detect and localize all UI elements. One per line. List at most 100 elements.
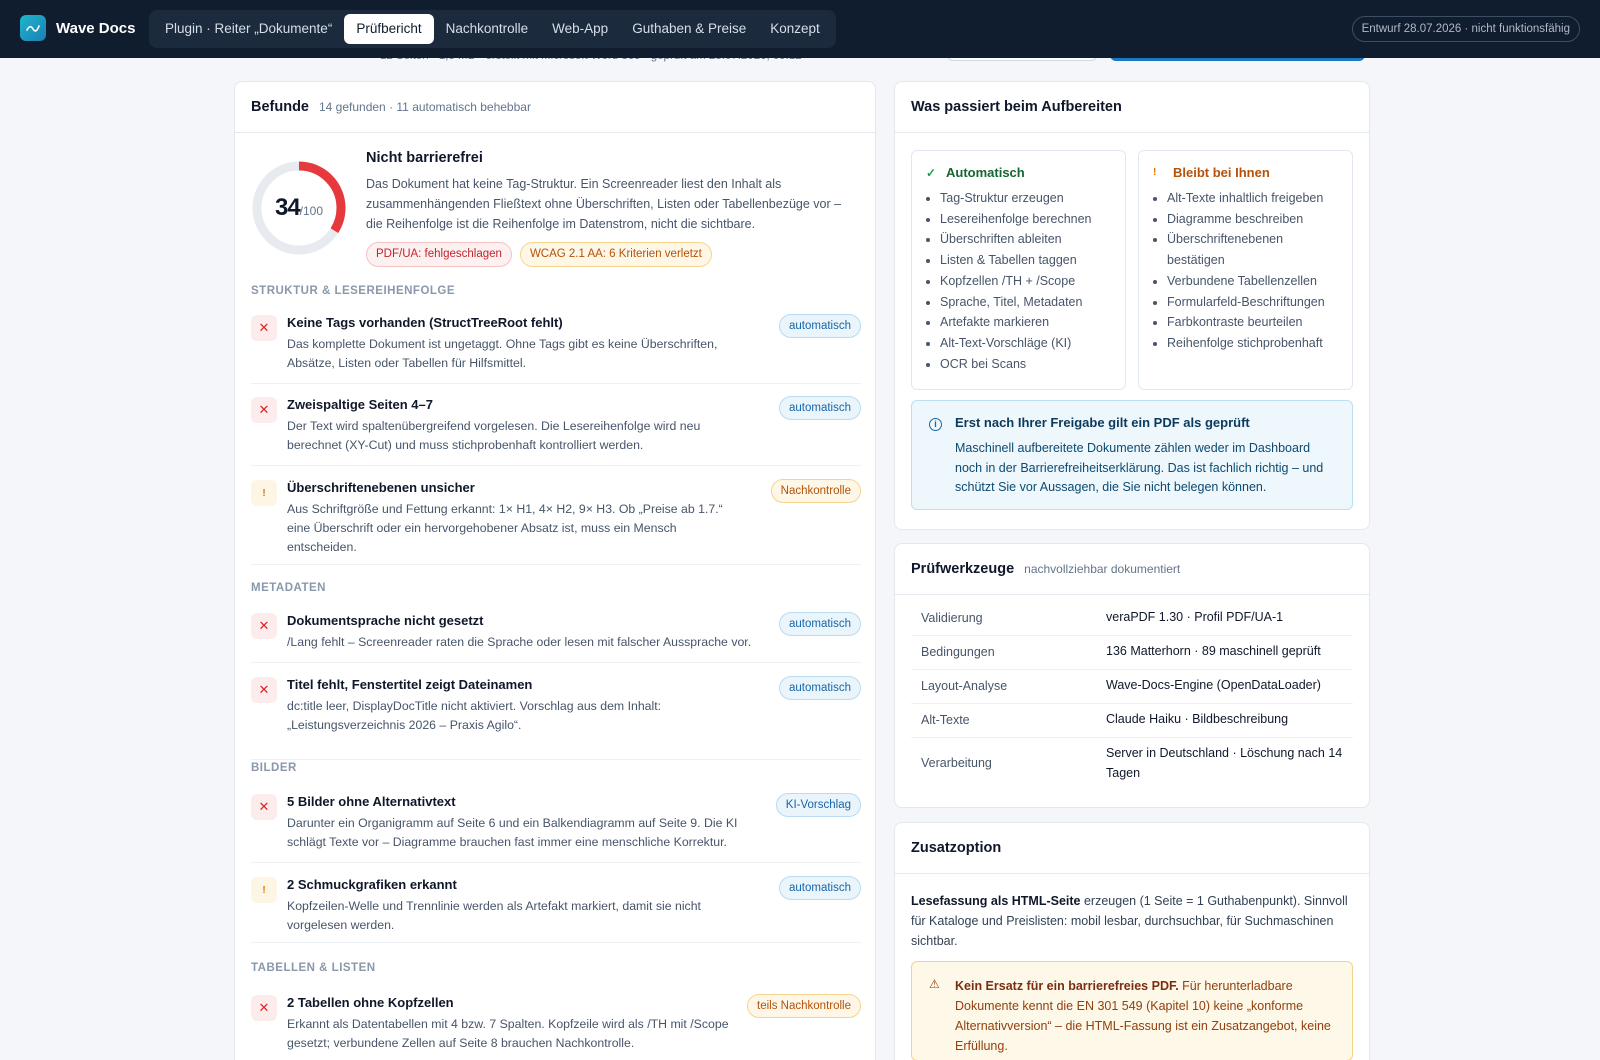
finding-title: Zweispaltige Seiten 4–7 xyxy=(287,397,433,412)
exclamation-icon: ! xyxy=(1153,167,1157,178)
tools-card: Prüfwerkzeuge nachvollziehbar dokumentie… xyxy=(894,543,1370,808)
list-item: Farbkontraste beurteilen xyxy=(1167,312,1338,333)
wcag-status-pill: WCAG 2.1 AA: 6 Kriterien verletzt xyxy=(519,242,712,267)
warning-icon: ! xyxy=(251,480,277,506)
finding-title: Dokumentsprache nicht gesetzt xyxy=(287,613,484,628)
list-item: Listen & Tabellen taggen xyxy=(940,250,1111,271)
error-x-icon: ✕ xyxy=(251,315,277,341)
fix-type-badge: KI-Vorschlag xyxy=(775,793,861,817)
tools-subtitle: nachvollziehbar dokumentiert xyxy=(1024,562,1181,576)
error-x-icon: ✕ xyxy=(251,397,277,423)
tab-guthaben-preise[interactable]: Guthaben & Preise xyxy=(620,14,758,44)
wave-logo-icon xyxy=(20,15,46,41)
tab-nachkontrolle[interactable]: Nachkontrolle xyxy=(434,14,541,44)
finding-desc: dc:title leer, DisplayDocTitle nicht akt… xyxy=(287,699,662,732)
warning-text: Kein Ersatz für ein barrierefreies PDF. … xyxy=(955,979,1331,1053)
finding-title: 2 Tabellen ohne Kopfzellen xyxy=(287,995,454,1010)
approval-info-box: i Erst nach Ihrer Freigabe gilt ein PDF … xyxy=(911,400,1353,510)
findings-header: Befunde 14 gefunden · 11 automatisch beh… xyxy=(235,82,875,133)
list-item: Reihenfolge stichprobenhaft xyxy=(1167,333,1338,354)
tool-key: Validierung xyxy=(921,611,983,625)
fix-type-badge: automatisch xyxy=(778,876,861,900)
extra-option-card: Zusatzoption Lesefassung als HTML-Seite … xyxy=(894,822,1370,1060)
fix-type-badge: Nachkontrolle xyxy=(770,479,861,503)
manual-heading: ! Bleibt bei Ihnen xyxy=(1153,165,1270,180)
finding-desc: Das komplette Dokument ist ungetaggt. Oh… xyxy=(287,337,718,370)
tool-row: Layout-Analyse Wave-Docs-Engine (OpenDat… xyxy=(911,670,1353,704)
finding-item[interactable]: ✕ Dokumentsprache nicht gesetzt /Lang fe… xyxy=(251,612,861,663)
section-label-metadaten: METADATEN xyxy=(251,582,326,594)
error-x-icon: ✕ xyxy=(251,677,277,703)
automatic-list: Tag-Struktur erzeugen Lesereihenfolge be… xyxy=(926,188,1111,374)
list-item: Alt-Texte inhaltlich freigeben xyxy=(1167,188,1338,209)
tools-title: Prüfwerkzeuge xyxy=(911,561,1015,577)
tools-header: Prüfwerkzeuge nachvollziehbar dokumentie… xyxy=(895,544,1369,595)
tool-key: Bedingungen xyxy=(921,645,995,659)
finding-item[interactable]: ✕ 5 Bilder ohne Alternativtext Darunter … xyxy=(251,793,861,863)
tool-value: 136 Matterhorn · 89 maschinell geprüft xyxy=(1106,644,1321,658)
main-tabs: Plugin · Reiter „Dokumente“ Prüfbericht … xyxy=(149,10,836,48)
finding-item[interactable]: ✕ Zweispaltige Seiten 4–7 Der Text wird … xyxy=(251,396,861,466)
tool-key: Alt-Texte xyxy=(921,713,970,727)
finding-item[interactable]: ✕ 2 Tabellen ohne Kopfzellen Erkannt als… xyxy=(251,994,861,1060)
fix-type-badge: automatisch xyxy=(778,676,861,700)
error-x-icon: ✕ xyxy=(251,613,277,639)
finding-desc: Erkannt als Datentabellen mit 4 bzw. 7 S… xyxy=(287,1017,729,1050)
draft-status-badge: Entwurf 28.07.2026 · nicht funktionsfähi… xyxy=(1351,16,1580,42)
warning-triangle-icon: ⚠ xyxy=(929,977,940,991)
tool-key: Layout-Analyse xyxy=(921,679,1008,693)
finding-item[interactable]: ! Überschriftenebenen unsicher Aus Schri… xyxy=(251,479,861,565)
list-item: Überschriftenebenen bestätigen xyxy=(1167,229,1338,270)
processing-header: Was passiert beim Aufbereiten xyxy=(895,82,1369,133)
brand[interactable]: Wave Docs xyxy=(20,15,135,41)
list-item: Formularfeld-Beschriftungen xyxy=(1167,292,1338,313)
verdict: Nicht barrierefrei Das Dokument hat kein… xyxy=(366,150,846,267)
check-icon: ✓ xyxy=(926,165,937,180)
score-value: 34/100 xyxy=(274,194,324,221)
extra-option-header: Zusatzoption xyxy=(895,823,1369,874)
processing-title: Was passiert beim Aufbereiten xyxy=(911,99,1122,115)
verdict-title: Nicht barrierefrei xyxy=(366,150,483,166)
top-navigation-bar: Wave Docs Plugin · Reiter „Dokumente“ Pr… xyxy=(0,0,1600,58)
tab-plugin-dokumente[interactable]: Plugin · Reiter „Dokumente“ xyxy=(153,14,344,44)
extra-option-text: Lesefassung als HTML-Seite erzeugen (1 S… xyxy=(911,894,1348,948)
tool-key: Verarbeitung xyxy=(921,756,992,770)
tool-value: Wave-Docs-Engine (OpenDataLoader) xyxy=(1106,678,1321,692)
finding-item[interactable]: ! 2 Schmuckgrafiken erkannt Kopfzeilen-W… xyxy=(251,876,861,943)
tab-konzept[interactable]: Konzept xyxy=(758,14,832,44)
findings-card: Befunde 14 gefunden · 11 automatisch beh… xyxy=(234,81,876,1060)
approval-info-title: Erst nach Ihrer Freigabe gilt ein PDF al… xyxy=(955,415,1250,430)
tab-web-app[interactable]: Web-App xyxy=(540,14,620,44)
finding-desc: Darunter ein Organigramm auf Seite 6 und… xyxy=(287,816,738,849)
finding-desc: Aus Schriftgröße und Fettung erkannt: 1×… xyxy=(287,502,723,554)
section-label-bilder: BILDER xyxy=(251,762,297,774)
tool-row: Bedingungen 136 Matterhorn · 89 maschine… xyxy=(911,636,1353,670)
list-item: Artefakte markieren xyxy=(940,312,1111,333)
finding-title: Titel fehlt, Fenstertitel zeigt Dateinam… xyxy=(287,677,533,692)
finding-item[interactable]: ✕ Keine Tags vorhanden (StructTreeRoot f… xyxy=(251,314,861,384)
list-item: Verbundene Tabellenzellen xyxy=(1167,271,1338,292)
finding-desc: /Lang fehlt – Screenreader raten die Spr… xyxy=(287,635,752,649)
finding-title: Keine Tags vorhanden (StructTreeRoot feh… xyxy=(287,315,563,330)
list-item: Tag-Struktur erzeugen xyxy=(940,188,1111,209)
manual-list: Alt-Texte inhaltlich freigeben Diagramme… xyxy=(1153,188,1338,354)
findings-title: Befunde xyxy=(251,99,309,115)
finding-item[interactable]: ✕ Titel fehlt, Fenstertitel zeigt Datein… xyxy=(251,676,861,743)
extra-option-title: Zusatzoption xyxy=(911,840,1002,856)
finding-title: 2 Schmuckgrafiken erkannt xyxy=(287,877,457,892)
section-label-tabellen: TABELLEN & LISTEN xyxy=(251,962,376,974)
finding-title: Überschriftenebenen unsicher xyxy=(287,480,475,495)
tab-pruefbericht[interactable]: Prüfbericht xyxy=(344,14,434,44)
error-x-icon: ✕ xyxy=(251,995,277,1021)
automatic-box: ✓ Automatisch Tag-Struktur erzeugen Lese… xyxy=(911,150,1126,390)
list-item: Lesereihenfolge berechnen xyxy=(940,209,1111,230)
info-icon: i xyxy=(929,418,942,431)
fix-type-badge: automatisch xyxy=(778,612,861,636)
pdfua-status-pill: PDF/UA: fehlgeschlagen xyxy=(366,242,512,267)
list-item: Alt-Text-Vorschläge (KI) xyxy=(940,333,1111,354)
app-name: Wave Docs xyxy=(56,19,136,37)
score-gauge: 34/100 xyxy=(251,160,347,256)
tool-row: Verarbeitung Server in Deutschland · Lös… xyxy=(911,738,1353,792)
tool-row: Alt-Texte Claude Haiku · Bildbeschreibun… xyxy=(911,704,1353,738)
findings-summary: 14 gefunden · 11 automatisch behebbar xyxy=(319,100,531,114)
